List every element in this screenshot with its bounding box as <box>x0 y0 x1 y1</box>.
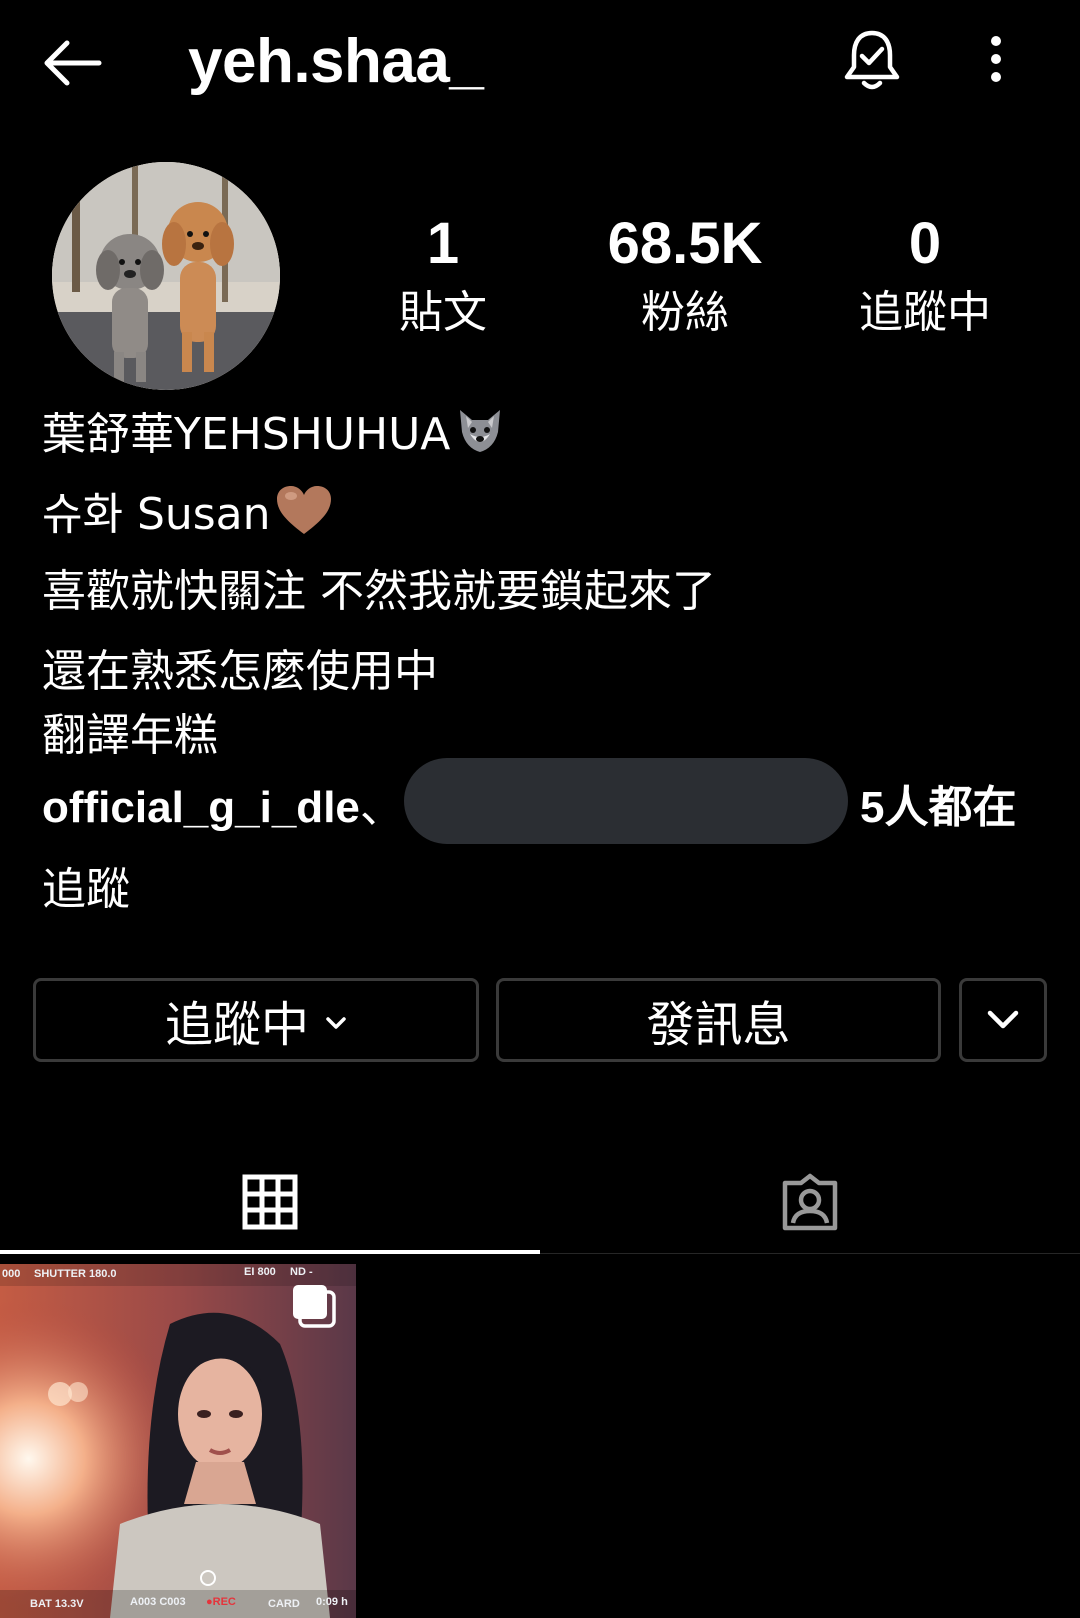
message-button[interactable]: 發訊息 <box>496 978 941 1062</box>
hud-iso: 000 <box>2 1268 21 1280</box>
tab-grid[interactable] <box>0 1150 540 1254</box>
bio-line-1: 슈화 Susan <box>42 484 333 550</box>
multiple-posts-icon <box>293 1285 336 1328</box>
avatar-two-poodles <box>52 162 280 390</box>
following-button[interactable]: 追蹤中 <box>33 978 479 1062</box>
suggested-accounts-button[interactable] <box>959 978 1047 1062</box>
profile-display-name: 葉舒華YEHSHUHUA <box>42 404 506 470</box>
redaction-box <box>404 758 848 844</box>
stat-following-label: 追蹤中 <box>859 287 991 338</box>
bio-line-3: 還在熟悉怎麼使用中 <box>42 646 438 697</box>
back-button[interactable] <box>36 28 106 98</box>
message-button-label: 發訊息 <box>646 997 791 1053</box>
chevron-down-icon <box>987 1010 1019 1029</box>
stat-posts[interactable]: 1 貼文 <box>323 210 563 344</box>
vertical-dots-icon <box>991 36 1001 82</box>
profile-header: yeh.shaa_ <box>0 0 1080 130</box>
hud-shutter: SHUTTER 180.0 <box>34 1268 117 1280</box>
hud-battery: BAT 13.3V <box>30 1598 84 1610</box>
heart-emoji-icon <box>275 484 333 550</box>
active-tab-indicator <box>0 1250 540 1254</box>
hud-time: 0:09 h <box>316 1596 348 1608</box>
followed-by-user[interactable]: official_g_i_dle <box>42 783 360 832</box>
stat-posts-count: 1 <box>426 211 460 276</box>
tab-tagged[interactable] <box>540 1150 1080 1254</box>
tab-divider <box>540 1253 1080 1254</box>
stat-followers-label: 粉絲 <box>641 287 729 338</box>
profile-avatar[interactable] <box>52 162 280 390</box>
stat-following[interactable]: 0 追蹤中 <box>805 210 1045 344</box>
tagged-person-icon <box>782 1173 838 1231</box>
followed-by-line[interactable]: official_g_i_dle、 5人都在 <box>42 758 1042 844</box>
post-thumbnail[interactable]: 000 SHUTTER 180.0 EI 800 ND - BAT 13.3V … <box>0 1264 356 1618</box>
hud-ei: EI 800 <box>244 1266 276 1278</box>
stat-followers[interactable]: 68.5K 粉絲 <box>565 210 805 344</box>
more-options-button[interactable] <box>968 24 1024 94</box>
chevron-down-icon <box>326 1017 346 1029</box>
bell-check-icon <box>844 30 900 90</box>
stat-following-count: 0 <box>908 211 942 276</box>
stat-followers-count: 68.5K <box>607 211 763 276</box>
hud-clip: A003 C003 <box>130 1596 186 1608</box>
bio-line-4: 翻譯年糕 <box>42 710 218 761</box>
wolf-emoji-icon <box>454 404 506 470</box>
arrow-left-icon <box>44 40 102 86</box>
followed-by-separator: 、 <box>359 782 404 833</box>
display-name-text: 葉舒華YEHSHUHUA <box>42 409 451 460</box>
followed-by-count: 5人都在 <box>860 783 1017 832</box>
stat-posts-label: 貼文 <box>399 287 487 338</box>
hud-nd: ND - <box>290 1266 313 1278</box>
grid-icon <box>242 1174 298 1230</box>
hud-rec: ●REC <box>206 1596 236 1608</box>
bio-line-2: 喜歡就快關注 不然我就要鎖起來了 <box>42 566 716 617</box>
profile-username: yeh.shaa_ <box>188 27 484 96</box>
profile-tabs <box>0 1150 1080 1256</box>
following-button-label: 追蹤中 <box>164 997 309 1053</box>
bio-line-1-text: 슈화 Susan <box>42 489 271 540</box>
notification-button[interactable] <box>836 20 908 100</box>
followed-by-line-2: 追蹤 <box>42 864 130 915</box>
hud-card: CARD <box>268 1598 300 1610</box>
